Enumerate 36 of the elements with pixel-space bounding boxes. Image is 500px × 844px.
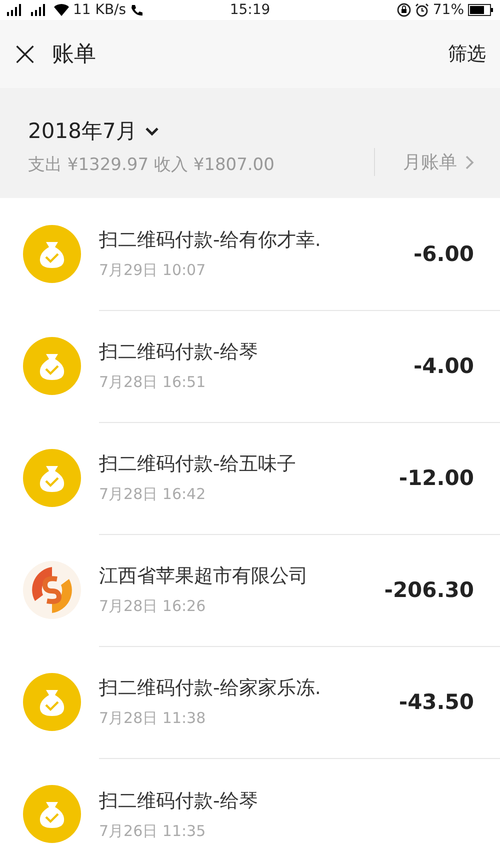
transaction-title[interactable]: 扫二维码付款-给五味子 — [99, 451, 399, 477]
chevron-right-icon — [465, 154, 474, 170]
battery-icon — [468, 4, 494, 16]
transaction-amount: -12.00 — [398, 466, 474, 490]
money-bag-icon — [23, 225, 81, 283]
transaction-amount: -206.30 — [384, 578, 474, 602]
close-button[interactable]: × — [10, 37, 40, 71]
month-picker[interactable]: 2018年7月 — [28, 117, 159, 145]
transaction-title[interactable]: 扫二维码付款-给有你才幸. — [99, 227, 414, 253]
money-bag-icon — [23, 337, 81, 395]
transaction-amount: -43.50 — [398, 690, 474, 714]
transaction-title[interactable]: 扫二维码付款-给家家乐冻. — [99, 675, 399, 701]
totals-text: 支出 ¥1329.97 收入 ¥1807.00 — [28, 154, 276, 176]
transaction-title[interactable]: 扫二维码付款-给琴 — [99, 788, 474, 814]
transaction-time: 7月26日 11:35 — [99, 822, 207, 840]
merchant-logo-icon — [23, 561, 81, 619]
chevron-down-icon — [144, 126, 159, 136]
transaction-title[interactable]: 江西省苹果超市有限公司 — [99, 563, 384, 589]
money-bag-icon — [23, 673, 81, 731]
network-speed: 11 KB/s — [73, 2, 126, 18]
transaction-time: 7月29日 10:07 — [99, 261, 207, 280]
transaction-amount: -4.00 — [413, 354, 474, 378]
filter-button[interactable]: 筛选 — [448, 41, 486, 67]
transaction-time: 7月28日 11:38 — [99, 709, 207, 728]
wifi-icon — [54, 4, 69, 16]
transaction-amount: -6.00 — [413, 242, 474, 266]
alarm-icon — [414, 3, 429, 17]
transaction-time: 7月28日 16:42 — [99, 485, 207, 504]
transaction-title[interactable]: 扫二维码付款-给琴 — [99, 339, 414, 365]
lock-rotation-icon — [396, 3, 411, 17]
transaction-time: 7月28日 16:26 — [99, 597, 207, 616]
money-bag-icon — [23, 449, 81, 507]
transaction-time: 7月28日 16:51 — [99, 373, 207, 392]
battery-percent: 71% — [432, 2, 464, 18]
clock-time: 15:19 — [230, 2, 270, 18]
page-title: 账单 — [52, 41, 97, 69]
